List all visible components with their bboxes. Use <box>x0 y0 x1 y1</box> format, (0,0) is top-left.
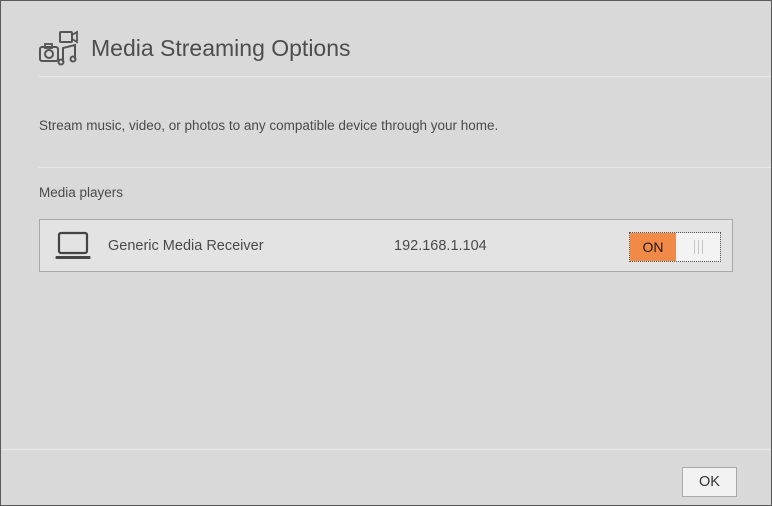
section-divider <box>39 167 771 168</box>
media-players-label: Media players <box>39 185 124 200</box>
media-streaming-icon <box>39 30 78 66</box>
footer-divider <box>1 449 771 450</box>
device-ip-address: 192.168.1.104 <box>394 238 487 254</box>
ok-button[interactable]: OK <box>682 467 737 497</box>
header-divider <box>39 76 771 77</box>
device-name: Generic Media Receiver <box>108 238 264 254</box>
dialog-description: Stream music, video, or photos to any co… <box>39 118 499 133</box>
streaming-toggle[interactable]: ON <box>629 232 721 262</box>
dialog-header: Media Streaming Options <box>1 1 771 77</box>
laptop-icon <box>55 231 91 259</box>
toggle-knob-grip-icon <box>676 233 720 261</box>
media-streaming-dialog: Media Streaming Options Stream music, vi… <box>0 0 772 506</box>
media-player-row: Generic Media Receiver 192.168.1.104 ON <box>39 219 733 272</box>
dialog-title: Media Streaming Options <box>91 35 351 61</box>
toggle-on-label: ON <box>630 233 676 261</box>
